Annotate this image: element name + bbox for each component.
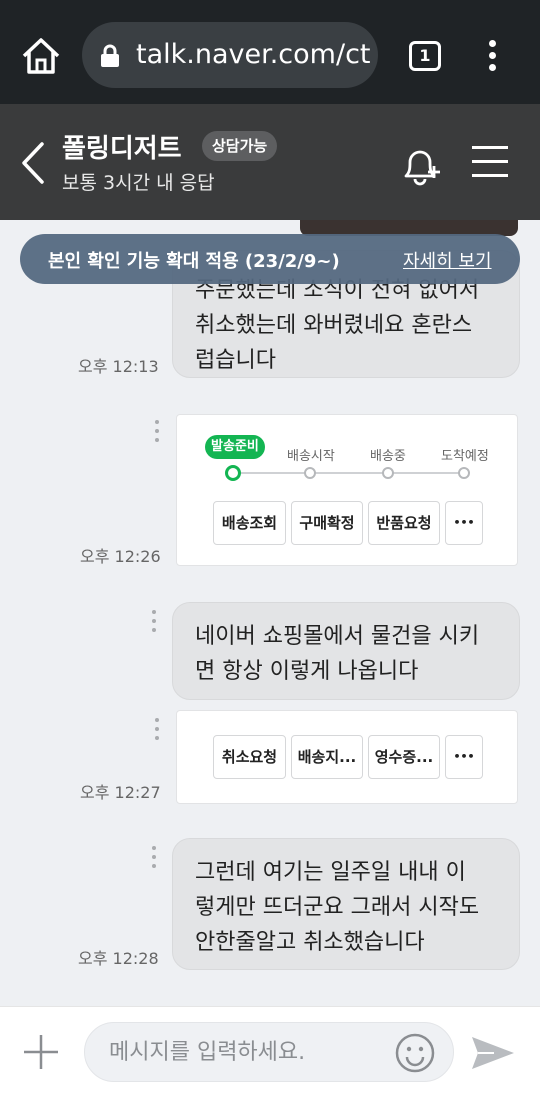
message-bubble[interactable]: 네이버 쇼핑몰에서 물건을 시키 면 항상 이렇게 나옵니다 [172,602,520,700]
back-arrow-icon[interactable] [18,140,48,186]
chat-messages[interactable]: 본인 확인 기능 확대 적용 (23/2/9~) 자세히 보기 주문했는데 소식… [0,220,540,1006]
notification-bell-plus-icon[interactable] [400,144,444,188]
tab-switcher-button[interactable]: 1 [409,41,441,71]
url-bar[interactable]: talk.naver.com/ct [82,22,378,88]
progress-dot [304,467,316,479]
lock-icon [100,44,120,68]
browser-menu-icon[interactable] [482,40,502,74]
more-actions-button[interactable]: ••• [445,501,483,545]
hamburger-menu-icon[interactable] [472,146,508,178]
shipping-address-button[interactable]: 배송지... [291,735,363,779]
message-line: 네이버 쇼핑몰에서 물건을 시키 [195,624,480,649]
response-time: 보통 3시간 내 응답 [62,172,215,194]
message-input-wrapper [84,1022,454,1082]
store-name[interactable]: 폴링디저트 [62,128,182,165]
track-shipment-button[interactable]: 배송조회 [213,501,286,545]
notice-detail-link[interactable]: 자세히 보기 [403,247,492,273]
order-action-card: 취소요청 배송지... 영수증... ••• [176,710,518,804]
message-bubble[interactable]: 그런데 여기는 일주일 내내 이 렇게만 뜨더군요 그래서 시작도 안한줄알고 … [172,838,520,970]
message-line: 그런데 여기는 일주일 내내 이 [195,860,466,885]
message-line: 면 항상 이렇게 나옵니다 [195,659,419,684]
message-time: 오후 12:27 [80,783,161,802]
plus-icon[interactable] [22,1033,60,1071]
progress-dot [458,467,470,479]
stage-label-active: 발송준비 [205,435,265,459]
url-text: talk.naver.com/ct [136,39,371,70]
progress-track [233,472,469,474]
progress-dot-active [225,465,241,481]
message-line: 렇게만 뜨더군요 그래서 시작도 [195,895,480,920]
receipt-button[interactable]: 영수증... [368,735,440,779]
chat-header: 폴링디저트 상담가능 보통 3시간 내 응답 [0,104,540,220]
stage-label: 배송중 [370,449,406,464]
emoji-icon[interactable] [393,1031,437,1075]
browser-toolbar: talk.naver.com/ct 1 [0,0,540,104]
notice-banner[interactable]: 본인 확인 기능 확대 적용 (23/2/9~) 자세히 보기 [20,234,520,284]
more-options-icon[interactable] [155,420,161,448]
message-time: 오후 12:28 [78,949,159,968]
message-time: 오후 12:26 [80,547,161,566]
confirm-purchase-button[interactable]: 구매확정 [291,501,363,545]
stage-label: 도착예정 [441,449,489,464]
notice-text: 본인 확인 기능 확대 적용 (23/2/9~) [48,251,340,272]
more-options-icon[interactable] [152,610,158,638]
message-composer [0,1006,540,1096]
more-actions-button[interactable]: ••• [445,735,483,779]
home-icon[interactable] [20,36,62,76]
status-badge: 상담가능 [202,131,278,161]
stage-label: 배송시작 [287,449,335,464]
send-icon[interactable] [470,1035,516,1071]
return-request-button[interactable]: 반품요청 [368,501,440,545]
message-line: 럽습니다 [195,348,276,373]
message-time: 오후 12:13 [78,357,159,376]
message-line: 취소했는데 와버렸네요 혼란스 [195,313,473,338]
message-input[interactable] [109,1035,379,1069]
message-line: 안한줄알고 취소했습니다 [195,930,425,955]
more-options-icon[interactable] [152,846,158,874]
cancel-request-button[interactable]: 취소요청 [213,735,286,779]
delivery-status-card: 발송준비 배송시작 배송중 도착예정 배송조회 구매확정 반품요청 ••• [176,414,518,566]
progress-dot [382,467,394,479]
more-options-icon[interactable] [155,718,161,746]
